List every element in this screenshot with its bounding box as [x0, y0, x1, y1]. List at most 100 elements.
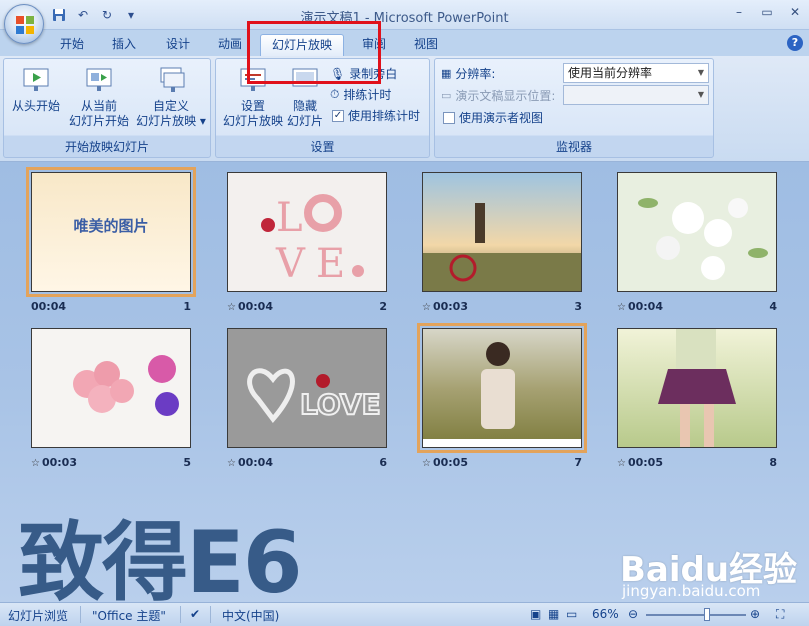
status-separator: [80, 606, 81, 623]
normal-view-icon[interactable]: ▣: [530, 607, 541, 621]
monitor-icon: ▭: [441, 89, 452, 102]
group-label-setup: 设置: [310, 140, 335, 154]
slide-meta-2: ☆ 00:04 2: [227, 300, 387, 314]
window-controls: – ▭ ✕: [731, 4, 803, 20]
help-icon[interactable]: ?: [787, 35, 803, 51]
setup-show-label-2: 幻灯片放映: [222, 114, 283, 128]
custom-show-label-2: 幻灯片放映 ▾: [136, 114, 206, 128]
status-separator: [210, 606, 211, 623]
use-rehearsed-timings-checkbox[interactable]: ✓ 使用排练计时: [332, 107, 420, 124]
slide-number: 6: [379, 456, 387, 469]
love-wire-image: LOVE: [228, 329, 386, 447]
show-on-label-row: ▭ 演示文稿显示位置:: [441, 87, 555, 104]
fit-to-window-icon[interactable]: ⛶: [776, 607, 784, 622]
slide-sorter-view: 致得E6 Baidu经验 jingyan.baidu.com 唯美的图片 00:…: [0, 162, 809, 602]
slide-number: 1: [183, 300, 191, 313]
girl-skirt-image: [618, 329, 776, 447]
svg-text:E: E: [316, 241, 345, 287]
slide-thumbnail-4[interactable]: [617, 172, 777, 292]
rehearse-timings-button[interactable]: ⏱ 排练计时: [330, 86, 391, 103]
svg-text:V: V: [275, 241, 306, 287]
slide-sorter-view-icon[interactable]: ▦: [548, 607, 559, 621]
tab-home[interactable]: 开始: [52, 34, 92, 56]
slide-meta-4: ☆ 00:04 4: [617, 300, 777, 314]
chevron-down-icon: ▼: [697, 68, 704, 77]
slide-timing: 00:04: [31, 300, 67, 313]
resolution-label-row: ▦ 分辨率:: [441, 65, 495, 82]
hide-slide-label-2: 幻灯片: [286, 114, 323, 128]
annotation-highlight-box: [247, 21, 381, 84]
slide-number: 2: [379, 300, 387, 313]
slide-thumbnail-1[interactable]: 唯美的图片: [26, 167, 196, 297]
custom-show-label-1: 自定义: [152, 99, 189, 113]
slide-timing: 00:03: [41, 456, 77, 469]
animation-star-icon: ☆: [422, 458, 431, 469]
girl-field-image: [423, 329, 581, 447]
theme-name-status: "Office 主题": [92, 609, 166, 623]
use-timings-label: 使用排练计时: [348, 109, 421, 123]
zoom-slider[interactable]: [646, 614, 746, 616]
minimize-button[interactable]: –: [731, 4, 747, 20]
tab-design[interactable]: 设计: [158, 34, 198, 56]
resolution-value: 使用当前分辨率: [568, 66, 653, 80]
from-current-label-1: 从当前: [80, 99, 117, 113]
slide-meta-3: ☆ 00:03 3: [422, 300, 582, 314]
slideshow-play-icon: [23, 68, 49, 91]
slide-thumbnail-2[interactable]: L V E: [227, 172, 387, 292]
slideshow-current-icon: [86, 68, 112, 91]
resolution-icon: ▦: [441, 67, 452, 80]
tab-view[interactable]: 视图: [406, 34, 446, 56]
title-bar: ↶ ↻ ▾ 演示文稿1 - Microsoft PowerPoint – ▭ ✕: [0, 0, 809, 30]
white-flowers-image: [638, 198, 768, 280]
group-label-monitors: 监视器: [555, 140, 592, 154]
slide-thumbnail-8[interactable]: [617, 328, 777, 448]
slide-number: 3: [574, 300, 582, 313]
slide-meta-5: ☆ 00:03 5: [31, 456, 191, 470]
checkbox-unchecked-icon: [443, 111, 455, 124]
from-current-label-2: 幻灯片开始: [68, 114, 129, 128]
slide-timing: 00:04: [627, 300, 663, 313]
language-status[interactable]: 中文(中国): [222, 607, 279, 624]
slide-number: 5: [183, 456, 191, 469]
slide-timing: 00:03: [432, 300, 468, 313]
slide-show-view-icon[interactable]: ▭: [566, 607, 577, 621]
slide-thumbnail-5[interactable]: [31, 328, 191, 448]
tab-insert[interactable]: 插入: [104, 34, 144, 56]
show-on-select[interactable]: ▼: [563, 85, 709, 105]
animation-star-icon: ☆: [31, 458, 40, 469]
resolution-select[interactable]: 使用当前分辨率 ▼: [563, 63, 709, 83]
custom-slide-show-button[interactable]: 自定义 幻灯片放映 ▾: [134, 65, 208, 129]
status-separator: [180, 606, 181, 623]
view-name-status: 幻灯片浏览: [8, 609, 69, 623]
animation-star-icon: ☆: [227, 302, 236, 313]
watermark-logo: 致得E6: [18, 513, 303, 602]
office-button[interactable]: [4, 4, 44, 44]
zoom-in-icon[interactable]: ⊕: [750, 607, 760, 621]
slide-number: 7: [574, 456, 582, 469]
group-start-slide-show: 从头开始 从当前 幻灯片开始 自定义 幻灯片放映 ▾ 开始放映幻灯片: [3, 58, 211, 158]
animation-star-icon: ☆: [617, 302, 626, 313]
tab-animations[interactable]: 动画: [210, 34, 250, 56]
girl-bicycle-image: [423, 173, 581, 291]
resolution-label: 分辨率:: [455, 67, 496, 81]
slide-number: 4: [769, 300, 777, 313]
slide-thumbnail-7[interactable]: [417, 323, 587, 453]
presenter-view-checkbox[interactable]: 使用演示者视图: [443, 109, 543, 126]
spell-check-icon[interactable]: ✔: [190, 607, 200, 621]
rehearse-timings-label: 排练计时: [343, 88, 392, 102]
svg-text:L: L: [276, 195, 303, 241]
custom-show-icon: [160, 67, 185, 92]
slide-thumbnail-6[interactable]: LOVE: [227, 328, 387, 448]
slide-timing: 00:05: [432, 456, 468, 469]
restore-button[interactable]: ▭: [759, 4, 775, 20]
group-monitors: ▦ 分辨率: 使用当前分辨率 ▼ ▭ 演示文稿显示位置: ▼ 使用演示者视图 监…: [434, 58, 714, 158]
from-current-button[interactable]: 从当前 幻灯片开始: [66, 65, 132, 129]
close-button[interactable]: ✕: [787, 4, 803, 20]
love-letters-image: L V E: [261, 194, 364, 287]
slide-timing: 00:04: [237, 300, 273, 313]
slide-thumbnail-3[interactable]: [422, 172, 582, 292]
zoom-level[interactable]: 66%: [592, 607, 619, 621]
zoom-slider-thumb[interactable]: [704, 608, 710, 621]
from-beginning-button[interactable]: 从头开始: [8, 65, 64, 114]
zoom-out-icon[interactable]: ⊖: [628, 607, 638, 621]
